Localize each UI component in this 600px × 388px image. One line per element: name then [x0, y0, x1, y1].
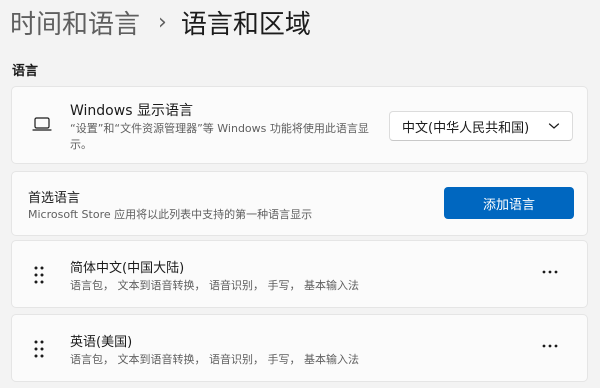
preferred-languages-title: 首选语言 — [28, 191, 81, 206]
laptop-icon — [32, 117, 52, 131]
section-label-language: 语言 — [12, 64, 39, 79]
language-name: 英语(美国) — [70, 335, 133, 350]
display-language-title: Windows 显示语言 — [70, 103, 193, 119]
more-options-icon[interactable] — [542, 344, 558, 348]
preferred-languages-card: 首选语言 Microsoft Store 应用将以此列表中支持的第一种语言显示 … — [11, 171, 588, 236]
drag-handle-icon[interactable] — [34, 266, 44, 284]
language-features: 语言包， 文本到语音转换， 语音识别， 手写， 基本输入法 — [70, 353, 359, 366]
display-language-card: Windows 显示语言 “设置”和“文件资源管理器”等 Windows 功能将… — [11, 86, 588, 164]
breadcrumb-separator: › — [158, 9, 167, 35]
display-language-dropdown[interactable]: 中文(中华人民共和国) — [389, 111, 573, 141]
breadcrumb: 时间和语言 › 语言和区域 — [10, 2, 311, 42]
language-item[interactable]: 简体中文(中国大陆) 语言包， 文本到语音转换， 语音识别， 手写， 基本输入法 — [11, 240, 588, 308]
language-features: 语言包， 文本到语音转换， 语音识别， 手写， 基本输入法 — [70, 279, 359, 292]
language-item[interactable]: 英语(美国) 语言包， 文本到语音转换， 语音识别， 手写， 基本输入法 — [11, 314, 588, 382]
display-language-description: “设置”和“文件资源管理器”等 Windows 功能将使用此语言显示。 — [70, 122, 369, 151]
more-options-icon[interactable] — [542, 270, 558, 274]
display-language-dropdown-value: 中文(中华人民共和国) — [402, 120, 530, 136]
language-name: 简体中文(中国大陆) — [70, 261, 185, 276]
add-language-button[interactable]: 添加语言 — [444, 187, 574, 219]
page-title: 语言和区域 — [180, 9, 311, 40]
drag-handle-icon[interactable] — [34, 340, 44, 358]
preferred-languages-description: Microsoft Store 应用将以此列表中支持的第一种语言显示 — [28, 208, 313, 221]
chevron-down-icon — [548, 123, 560, 129]
breadcrumb-parent-link[interactable]: 时间和语言 — [10, 4, 140, 41]
